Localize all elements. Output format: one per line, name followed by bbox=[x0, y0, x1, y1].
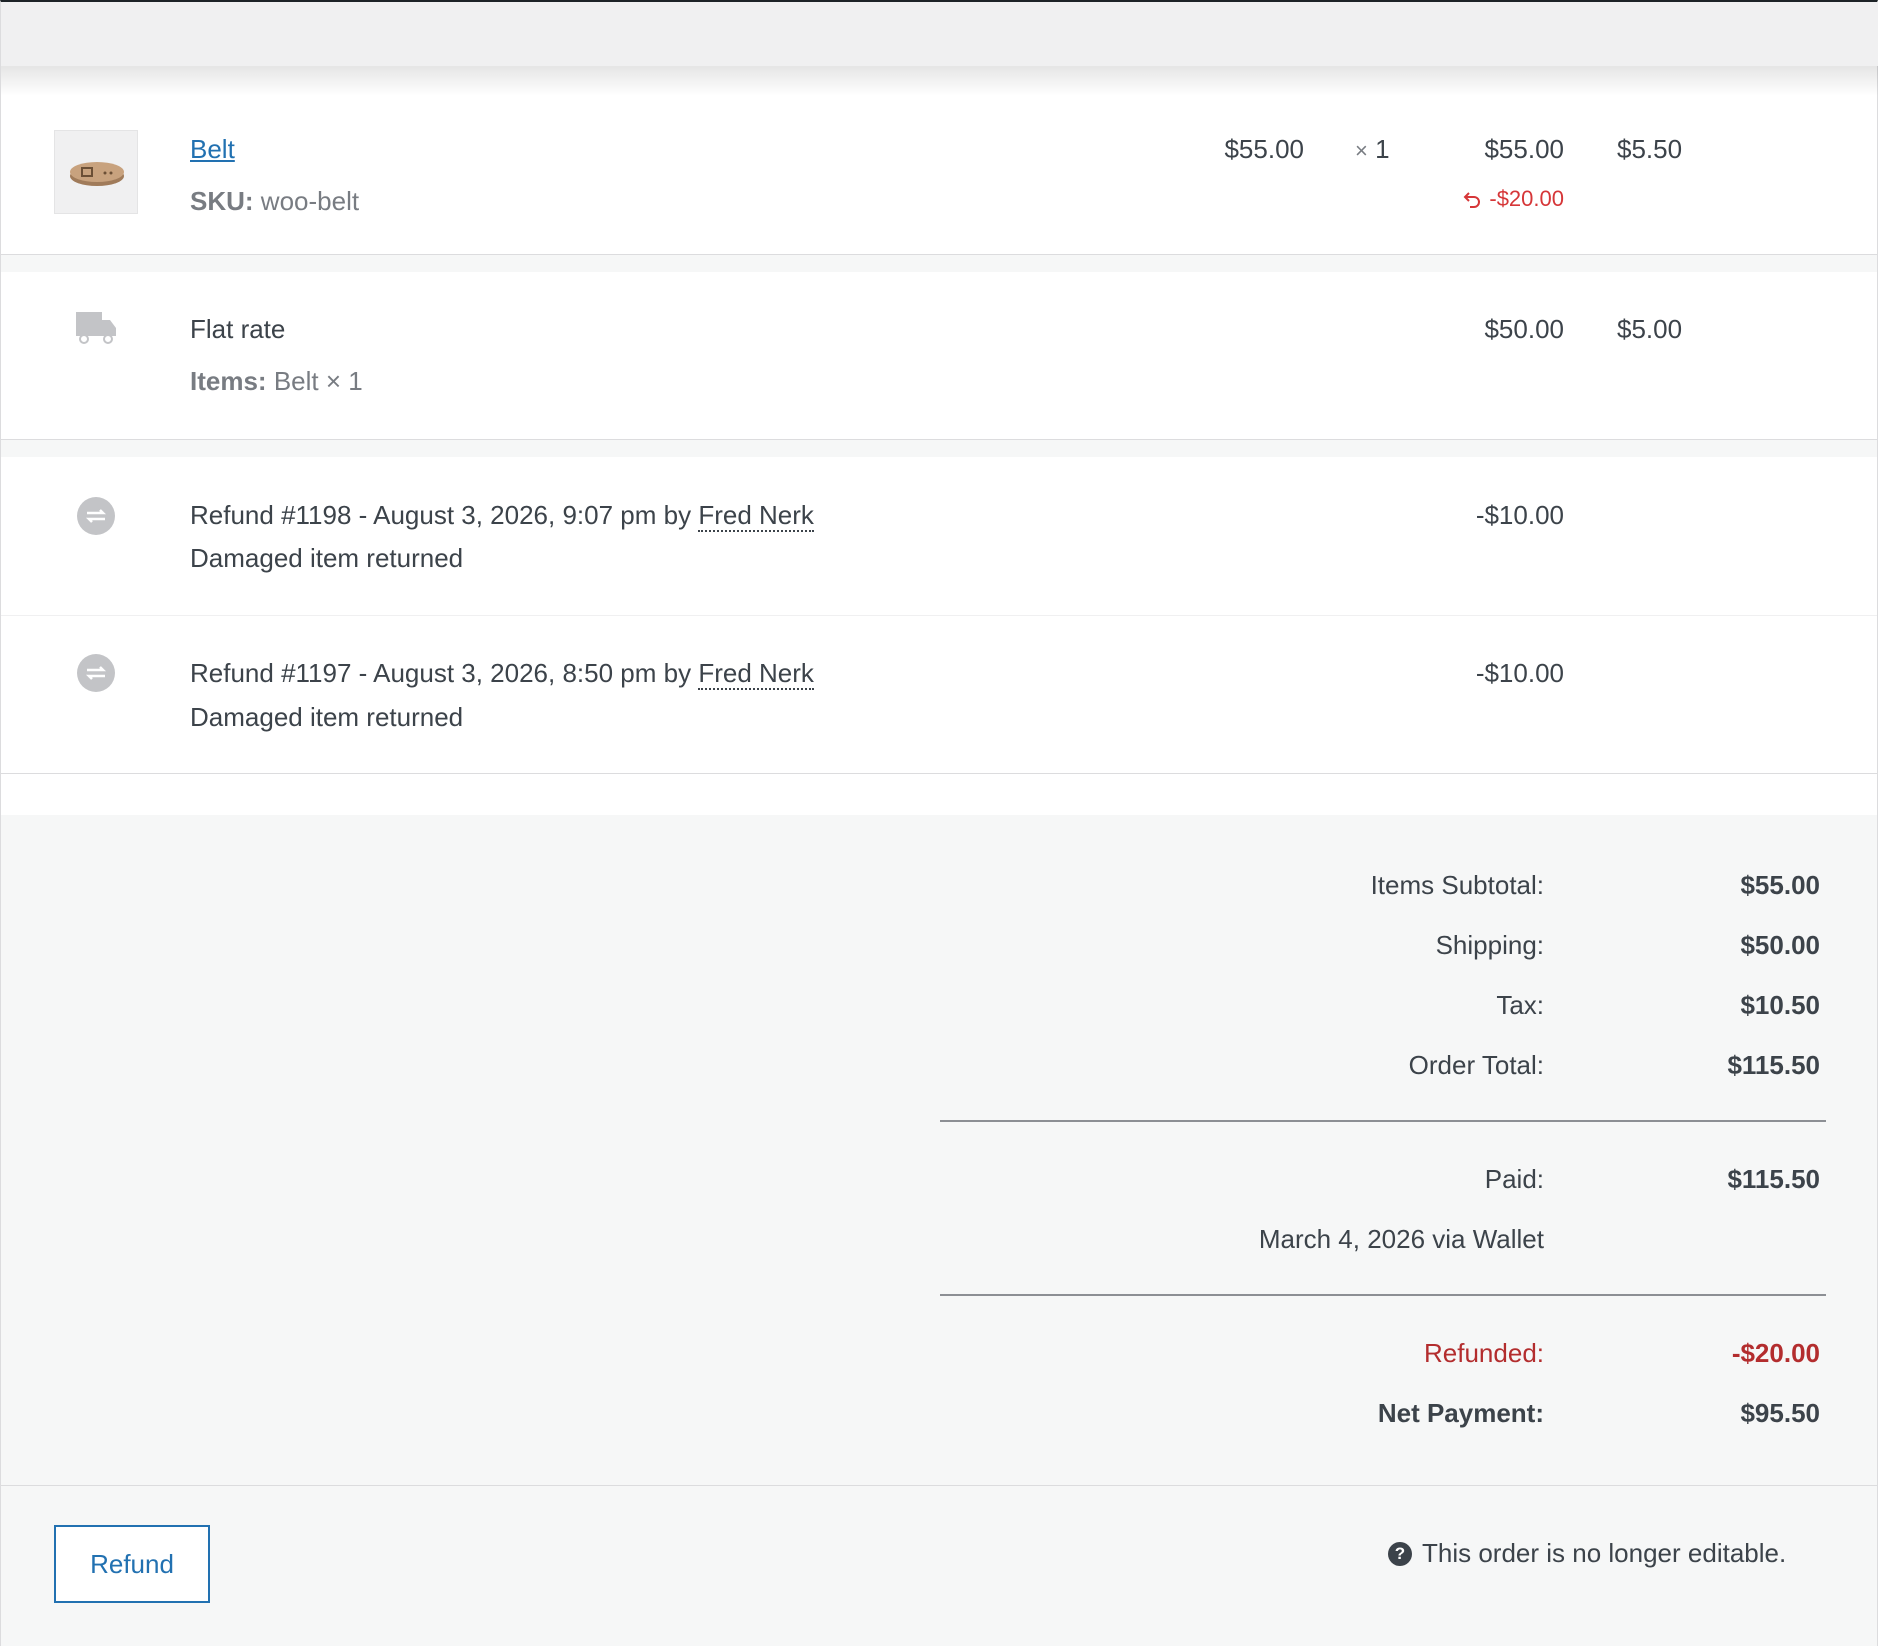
shipping-value: $50.00 bbox=[1740, 930, 1820, 960]
item-cost: $55.00 bbox=[1224, 134, 1304, 164]
refunded-label: Refunded: bbox=[1424, 1338, 1544, 1368]
totals-divider bbox=[940, 1120, 1826, 1122]
refund-icon bbox=[76, 496, 116, 541]
items-subtotal-label: Items Subtotal: bbox=[1370, 870, 1544, 900]
refund-button[interactable]: Refund bbox=[54, 1525, 210, 1603]
refund-title: Refund #1198 - August 3, 2026, 9:07 pm b… bbox=[190, 500, 814, 532]
net-payment-value: $95.50 bbox=[1740, 1398, 1820, 1428]
refund-row bbox=[1, 457, 1877, 615]
paid-date-method: March 4, 2026 via Wallet bbox=[1258, 1224, 1544, 1254]
shipping-label: Shipping: bbox=[1435, 930, 1544, 960]
panel-header-bar bbox=[1, 2, 1878, 66]
refund-author-link[interactable]: Fred Nerk bbox=[698, 500, 814, 532]
shipping-method: Flat rate bbox=[190, 314, 286, 344]
sku-value: woo-belt bbox=[260, 186, 360, 216]
totals-divider bbox=[940, 1294, 1826, 1296]
item-total: $55.00 bbox=[1484, 134, 1564, 164]
item-tax: $5.50 bbox=[1617, 134, 1683, 164]
undo-arrow-icon bbox=[1463, 186, 1489, 211]
refund-reason: Damaged item returned bbox=[190, 702, 464, 732]
items-subtotal-value: $55.00 bbox=[1740, 870, 1820, 900]
truck-icon bbox=[74, 308, 118, 353]
shipping-tax: $5.00 bbox=[1617, 314, 1683, 344]
tax-label: Tax: bbox=[1496, 990, 1544, 1020]
shipping-items: Items: Belt × 1 bbox=[190, 366, 363, 396]
not-editable-notice: This order is no longer editable. bbox=[1422, 1538, 1787, 1568]
refunded-value: -$20.00 bbox=[1731, 1338, 1820, 1368]
paid-value: $115.50 bbox=[1727, 1164, 1820, 1194]
order-totals bbox=[1, 815, 1877, 1485]
product-sku: SKU: woo-belt bbox=[190, 186, 359, 216]
refund-row bbox=[1, 616, 1877, 773]
refund-reason: Damaged item returned bbox=[190, 543, 464, 573]
shipping-items-label: Items: bbox=[190, 366, 267, 396]
order-total-label: Order Total: bbox=[1408, 1050, 1544, 1080]
tax-value: $10.50 bbox=[1740, 990, 1820, 1020]
shipping-items-value: Belt × 1 bbox=[273, 366, 363, 396]
refund-amount: -$10.00 bbox=[1475, 658, 1564, 688]
paid-label: Paid: bbox=[1484, 1164, 1544, 1194]
shipping-row bbox=[1, 272, 1877, 439]
product-name-link[interactable]: Belt bbox=[190, 134, 235, 164]
order-total-value: $115.50 bbox=[1727, 1050, 1820, 1080]
refund-amount: -$10.00 bbox=[1475, 500, 1564, 530]
item-quantity: × 1 bbox=[1355, 134, 1390, 164]
refund-author-link[interactable]: Fred Nerk bbox=[698, 658, 814, 690]
line-item-row bbox=[1, 96, 1877, 254]
item-refunded-amount: -$20.00 bbox=[1440, 184, 1564, 214]
refund-icon bbox=[76, 653, 116, 698]
sku-label: SKU: bbox=[190, 186, 254, 216]
net-payment-label: Net Payment: bbox=[1377, 1398, 1544, 1428]
belt-product-image[interactable] bbox=[54, 130, 138, 214]
shipping-total: $50.00 bbox=[1484, 314, 1564, 344]
refund-title: Refund #1197 - August 3, 2026, 8:50 pm b… bbox=[190, 658, 814, 690]
question-circle-icon: ? bbox=[1388, 1542, 1412, 1566]
